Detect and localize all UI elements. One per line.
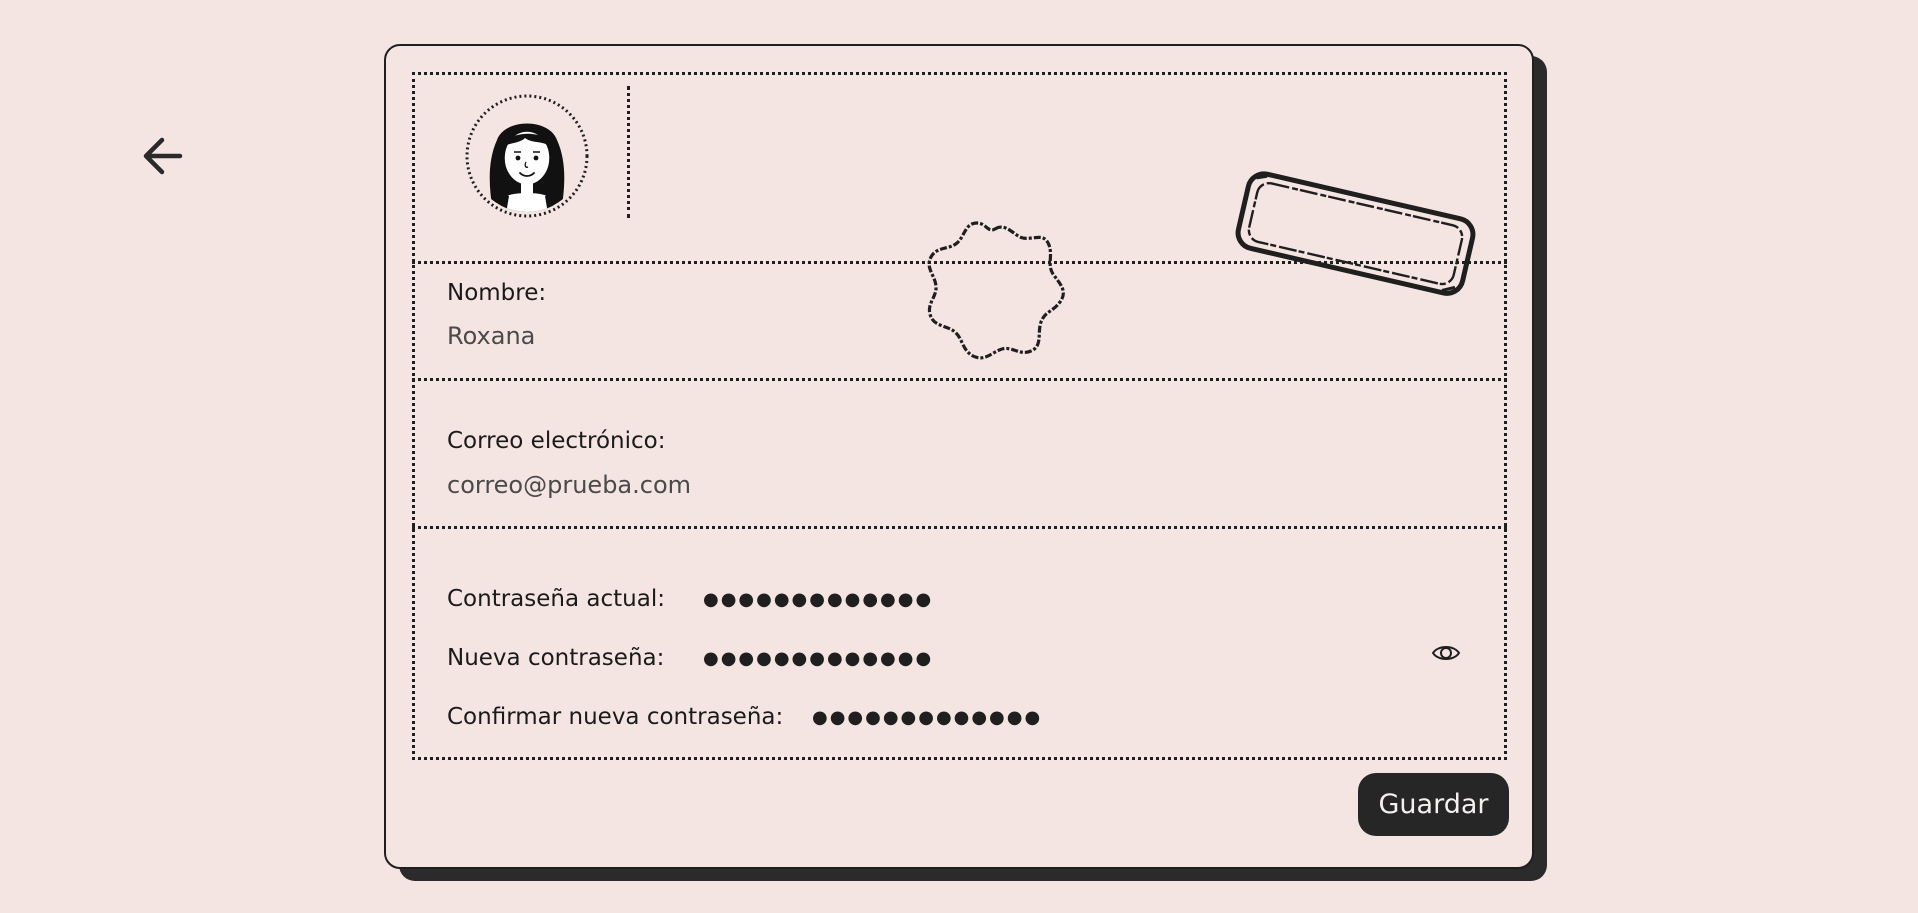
header-vertical-divider bbox=[627, 86, 630, 218]
eye-icon bbox=[1431, 646, 1461, 660]
name-label: Nombre: bbox=[447, 280, 547, 306]
avatar bbox=[463, 92, 591, 220]
arrow-left-icon bbox=[143, 137, 183, 175]
email-value[interactable]: correo@prueba.com bbox=[447, 470, 691, 500]
new-password-label: Nueva contraseña: bbox=[447, 645, 665, 671]
name-value[interactable]: Roxana bbox=[447, 321, 535, 351]
woman-avatar-icon bbox=[465, 94, 589, 218]
confirm-password-field[interactable]: ●●●●●●●●●●●●● bbox=[812, 704, 1042, 732]
confirm-password-label: Confirmar nueva contraseña: bbox=[447, 704, 784, 730]
section-divider-1 bbox=[412, 261, 1507, 264]
new-password-field[interactable]: ●●●●●●●●●●●●● bbox=[703, 645, 933, 673]
section-divider-2 bbox=[412, 378, 1507, 381]
email-label: Correo electrónico: bbox=[447, 428, 666, 454]
show-password-toggle[interactable] bbox=[1431, 641, 1461, 665]
save-button[interactable]: Guardar bbox=[1358, 773, 1509, 836]
back-button[interactable] bbox=[136, 128, 192, 184]
section-divider-3 bbox=[412, 526, 1507, 529]
current-password-label: Contraseña actual: bbox=[447, 586, 665, 612]
current-password-field[interactable]: ●●●●●●●●●●●●● bbox=[703, 586, 933, 614]
